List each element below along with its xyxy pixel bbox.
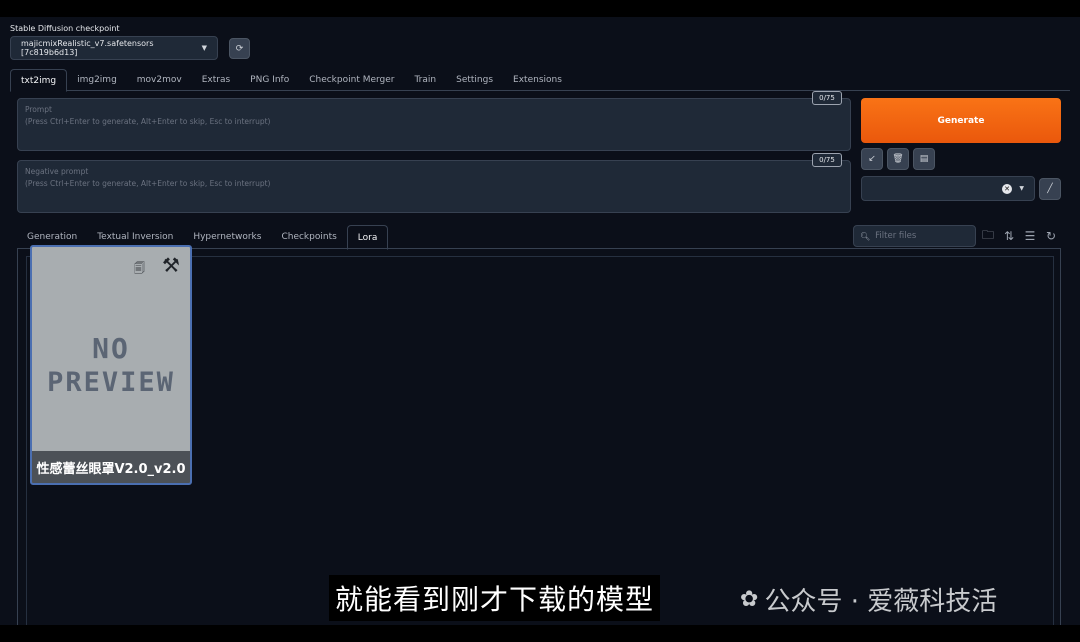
refresh-checkpoint-button[interactable]: ⟳ (229, 38, 250, 59)
generate-button[interactable]: Generate (861, 98, 1061, 143)
read-params-button[interactable]: ↙ (861, 148, 883, 170)
checkpoint-dropdown[interactable]: majicmixRealistic_v7.safetensors [7c819b… (10, 36, 218, 60)
edit-styles-button[interactable]: ╱ (1039, 178, 1061, 200)
letterbox-bottom (0, 625, 1080, 642)
apply-style-button[interactable]: ▤ (913, 148, 935, 170)
refresh-icon: ⟳ (235, 43, 244, 54)
prompt-token-counter: 0/75 (812, 91, 842, 105)
letterbox-top (0, 0, 1080, 17)
styles-dropdown[interactable]: ✕ ▼ (861, 176, 1035, 201)
negative-prompt-placeholder: (Press Ctrl+Enter to generate, Alt+Enter… (25, 179, 271, 188)
trash-icon: 🗑 (892, 154, 904, 164)
negative-prompt-textarea[interactable]: Negative prompt (Press Ctrl+Enter to gen… (17, 160, 851, 213)
clear-prompt-button[interactable]: 🗑 (887, 148, 909, 170)
filter-files-input[interactable]: 🔍︎ Filter files (853, 225, 976, 247)
clear-icon[interactable]: ✕ (1002, 184, 1012, 194)
tab-train[interactable]: Train (405, 69, 447, 91)
sort-icon[interactable]: ⇅ (1001, 228, 1017, 244)
search-icon: 🔍︎ (860, 231, 871, 241)
tab-settings[interactable]: Settings (446, 69, 503, 91)
wechat-icon: ✿ (740, 587, 759, 612)
negative-prompt-title: Negative prompt (25, 167, 89, 176)
tab-img2img[interactable]: img2img (67, 69, 127, 91)
chevron-down-icon: ▼ (201, 44, 207, 52)
tab-lora[interactable]: Lora (346, 225, 389, 250)
negative-prompt-token-counter: 0/75 (812, 153, 842, 167)
prompt-placeholder: (Press Ctrl+Enter to generate, Alt+Enter… (25, 117, 271, 126)
tab-hypernetworks[interactable]: Hypernetworks (183, 225, 271, 249)
chevron-down-icon: ▼ (1019, 185, 1024, 192)
no-preview-text: NO (92, 332, 130, 365)
checkpoint-value: majicmixRealistic_v7.safetensors [7c819b… (21, 39, 154, 57)
prompt-title: Prompt (25, 105, 52, 114)
arrow-down-left-icon: ↙ (868, 154, 876, 164)
pencil-icon: ╱ (1047, 184, 1053, 194)
folder-search-icon[interactable]: 🗀 (980, 228, 996, 244)
no-preview-text-2: PREVIEW (47, 367, 175, 398)
prompt-textarea[interactable]: Prompt (Press Ctrl+Enter to generate, Al… (17, 98, 851, 151)
tab-checkpoints[interactable]: Checkpoints (271, 225, 346, 249)
video-subtitle: 就能看到刚才下载的模型 (329, 575, 661, 621)
tools-icon[interactable]: ⚒ (162, 253, 180, 277)
main-tabs: txt2img img2img mov2mov Extras PNG Info … (10, 69, 1070, 92)
tab-mov2mov[interactable]: mov2mov (127, 69, 192, 91)
tree-view-icon[interactable]: ☰ (1022, 228, 1038, 244)
tab-extras[interactable]: Extras (192, 69, 240, 91)
tab-checkpoint-merger[interactable]: Checkpoint Merger (299, 69, 404, 91)
refresh-icon[interactable]: ↻ (1043, 228, 1059, 244)
tab-extensions[interactable]: Extensions (503, 69, 572, 91)
metadata-icon[interactable]: 🗐 (134, 260, 145, 279)
watermark-text: 公众号 · 爱薇科技活 (764, 587, 998, 617)
checkpoint-label: Stable Diffusion checkpoint (10, 24, 120, 33)
filter-placeholder: Filter files (875, 231, 917, 241)
lora-card[interactable]: 🗐 ⚒ NO PREVIEW 性感蕾丝眼罩V2.0_v2.0 (30, 245, 192, 485)
tab-txt2img[interactable]: txt2img (10, 69, 68, 92)
watermark: ✿ 公众号 · 爱薇科技活 (740, 581, 997, 618)
clipboard-icon: ▤ (919, 154, 929, 164)
lora-card-name: 性感蕾丝眼罩V2.0_v2.0 (32, 451, 190, 483)
tab-png-info[interactable]: PNG Info (240, 69, 299, 91)
